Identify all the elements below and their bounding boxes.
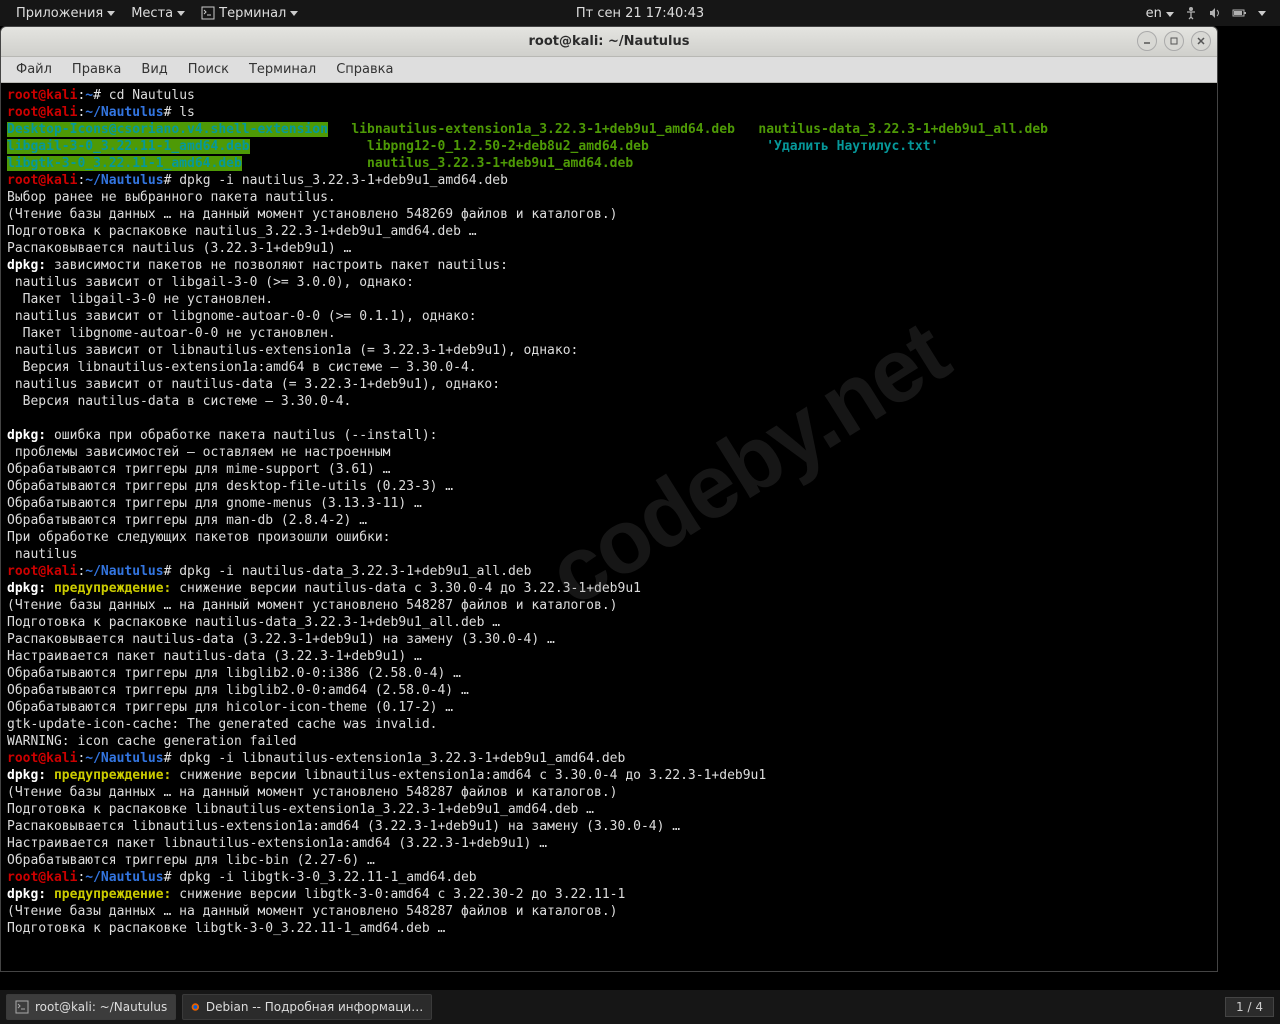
- system-menu-icon[interactable]: [1258, 11, 1266, 16]
- terminal-window: root@kali: ~/Nautulus Файл Правка Вид По…: [0, 26, 1218, 972]
- gnome-top-panel: Приложения Места Терминал Пт сен 21 17:4…: [0, 0, 1280, 26]
- bottom-taskbar: root@kali: ~/Nautulus Debian -- Подробна…: [0, 990, 1280, 1024]
- active-app[interactable]: Терминал: [195, 6, 304, 21]
- battery-icon[interactable]: [1232, 6, 1248, 20]
- terminal-content[interactable]: codeby.net root@kali:~# cd Nautulus root…: [1, 83, 1217, 971]
- maximize-button[interactable]: [1164, 31, 1184, 51]
- taskbar-terminal[interactable]: root@kali: ~/Nautulus: [6, 994, 176, 1020]
- terminal-icon: [15, 1000, 29, 1014]
- apps-menu[interactable]: Приложения: [10, 6, 121, 21]
- terminal-output: root@kali:~# cd Nautulus root@kali:~/Nau…: [7, 87, 1211, 937]
- taskbar-browser[interactable]: Debian -- Подробная информаци…: [182, 994, 432, 1020]
- window-titlebar[interactable]: root@kali: ~/Nautulus: [1, 27, 1217, 57]
- menu-view[interactable]: Вид: [132, 60, 176, 79]
- menu-help[interactable]: Справка: [327, 60, 402, 79]
- clock[interactable]: Пт сен 21 17:40:43: [576, 6, 704, 21]
- close-button[interactable]: [1191, 31, 1211, 51]
- menu-search[interactable]: Поиск: [179, 60, 238, 79]
- firefox-icon: [191, 1000, 200, 1014]
- menubar: Файл Правка Вид Поиск Терминал Справка: [1, 57, 1217, 83]
- places-menu[interactable]: Места: [125, 6, 191, 21]
- menu-terminal[interactable]: Терминал: [240, 60, 325, 79]
- workspace-indicator[interactable]: 1 / 4: [1225, 997, 1274, 1017]
- lang-indicator[interactable]: en: [1146, 6, 1174, 21]
- menu-file[interactable]: Файл: [7, 60, 61, 79]
- accessibility-icon[interactable]: [1184, 6, 1198, 20]
- minimize-button[interactable]: [1137, 31, 1157, 51]
- window-title: root@kali: ~/Nautulus: [528, 34, 689, 49]
- terminal-icon: [201, 6, 215, 20]
- volume-icon[interactable]: [1208, 6, 1222, 20]
- menu-edit[interactable]: Правка: [63, 60, 130, 79]
